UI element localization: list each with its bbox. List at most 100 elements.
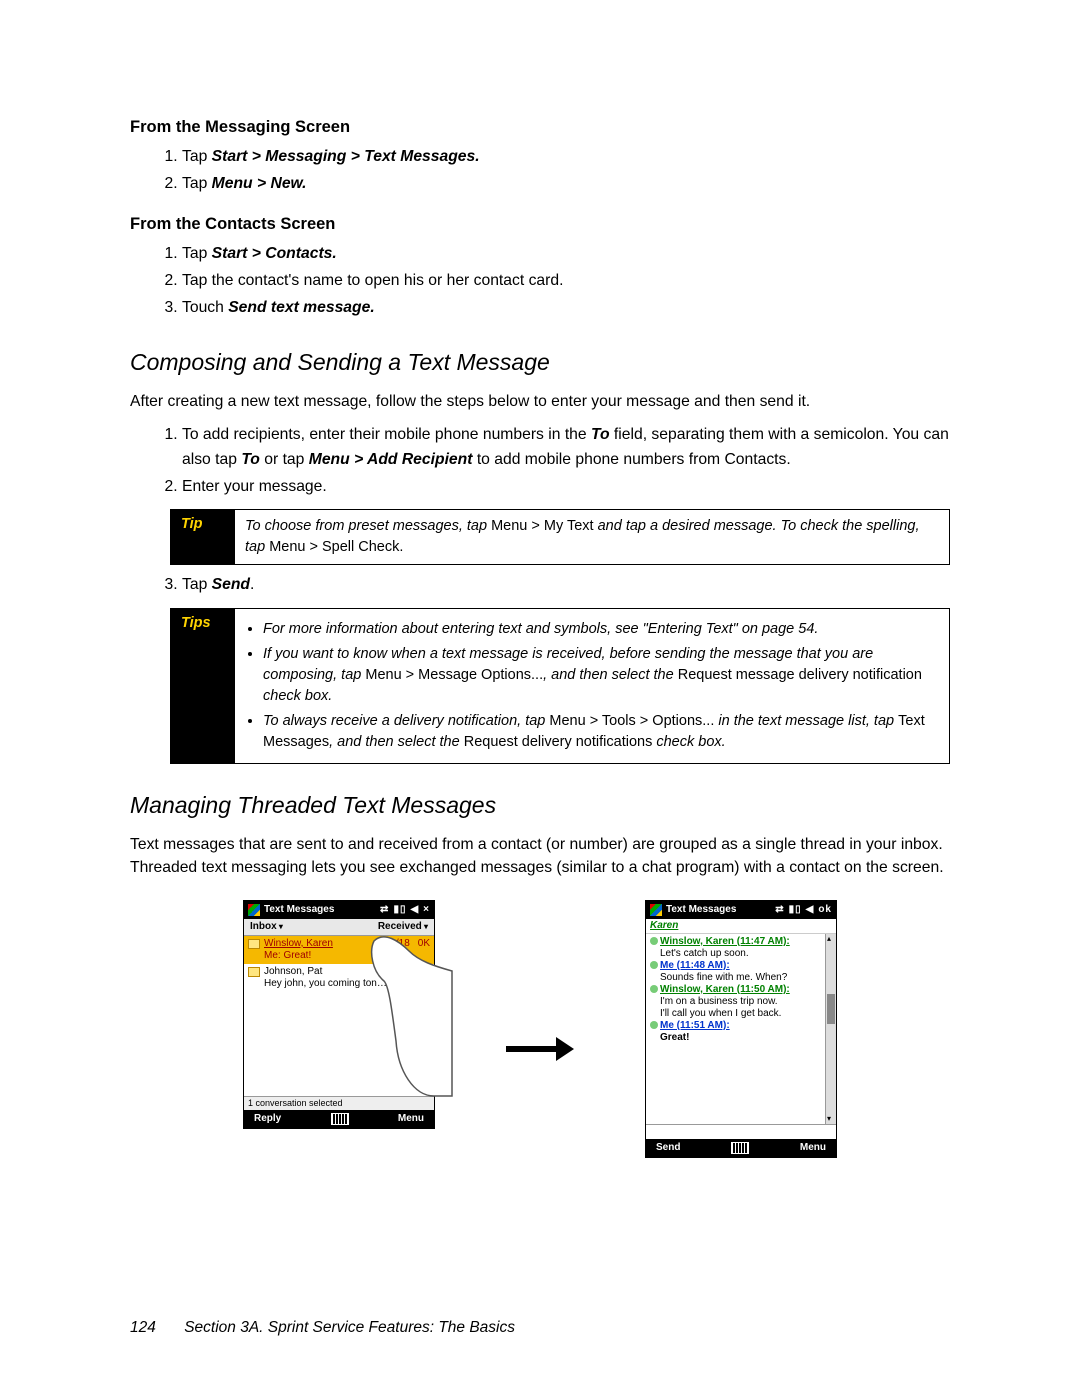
text: . [399,539,403,555]
softkey-menu[interactable]: Menu [800,1142,826,1154]
sender-label: Me (11:51 AM): [660,1020,730,1031]
step: Tap Start > Contacts. [182,242,950,266]
step: Tap Start > Messaging > Text Messages. [182,145,950,169]
tip-item: For more information about entering text… [263,619,939,640]
softkey-reply[interactable]: Reply [254,1113,281,1125]
start-flag-icon [248,904,260,916]
preview: Me: Great! [248,950,430,962]
phone-illustration: Text Messages ⇄ ▮▯ ◀ × Inbox Received Wi… [130,900,950,1158]
tips-label: Tips [171,609,235,763]
paragraph: After creating a new text message, follo… [130,390,950,414]
inbox-dropdown[interactable]: Inbox [250,921,283,933]
phone-inbox: Text Messages ⇄ ▮▯ ◀ × Inbox Received Wi… [243,900,435,1129]
step: Tap Menu > New. [182,172,950,196]
paragraph: Text messages that are sent to and recei… [130,833,950,880]
softkey-bar: Send Menu [646,1139,836,1157]
message-row-selected[interactable]: Winslow, Karen 6/18 0K Me: Great! [244,936,434,964]
status-bar: 1 conversation selected [244,1096,434,1110]
text: , and then select the [329,734,464,750]
tip-item: If you want to know when a text message … [263,644,939,707]
presence-icon [650,1021,658,1029]
keyboard-icon[interactable] [731,1142,749,1154]
bold-italic: Menu > New. [212,175,307,192]
step: Tap Send. [182,573,950,597]
phone-thread: Text Messages ⇄ ▮▯ ◀ ok Karen Winslow, K… [645,900,837,1158]
bold-italic: Menu > Add Recipient [309,451,473,468]
softkey-bar: Reply Menu [244,1110,434,1128]
heading-composing: Composing and Sending a Text Message [130,349,950,376]
text: Tap [182,576,212,593]
thread-body: Winslow, Karen (11:47 AM): Let's catch u… [646,934,836,1124]
steps-compose: To add recipients, enter their mobile ph… [130,423,950,499]
time: 6/18 [390,938,409,950]
menu-path: Menu > Tools > Options... [549,713,714,729]
menu-path: Menu > My Text [491,518,593,534]
preview: Hey john, you coming ton… [248,978,430,990]
tip-box: Tip To choose from preset messages, tap … [170,509,950,565]
text: check box. [263,688,332,704]
scrollbar[interactable] [825,934,836,1124]
message-text: Sounds fine with me. When? [650,972,824,984]
title: Text Messages [666,904,736,916]
menu-path: Menu > Spell Check [269,539,399,555]
message-text: I'm on a business trip now. [650,996,824,1008]
steps-messaging: Tap Start > Messaging > Text Messages. T… [130,145,950,197]
bold-italic: To [591,426,610,443]
text: Tap [182,148,212,165]
bold-italic: To [241,451,260,468]
steps-compose-cont: Tap Send. [130,573,950,597]
tip-content: To choose from preset messages, tap Menu… [235,510,949,564]
signal-icon: ▮▯ [789,904,802,916]
page-number: 124 [130,1319,156,1336]
titlebar: Text Messages ⇄ ▮▯ ◀ ok [646,901,836,919]
text: To choose from preset messages, tap [245,518,491,534]
footer-title: Section 3A. Sprint Service Features: The… [184,1319,515,1336]
message-list: Winslow, Karen 6/18 0K Me: Great! Johnson,… [244,936,434,1096]
heading-managing-threaded: Managing Threaded Text Messages [130,792,950,819]
message-text: Let's catch up soon. [650,948,824,960]
input-area[interactable] [646,1124,836,1139]
keyboard-icon[interactable] [331,1113,349,1125]
volume-icon: ◀ [410,904,419,916]
scrollbar-thumb[interactable] [827,994,835,1024]
softkey-send[interactable]: Send [656,1142,680,1154]
sender-name: Johnson, Pat [264,966,401,978]
tips-content: For more information about entering text… [235,609,949,763]
text: Touch [182,299,228,316]
text: or tap [260,451,309,468]
ok-button[interactable]: ok [818,904,832,916]
heading-contacts-screen: From the Contacts Screen [130,215,950,234]
titlebar: Text Messages ⇄ ▮▯ ◀ × [244,901,434,919]
size: 0K [418,938,430,950]
text: , and then select the [543,667,678,683]
time: 10:45 [405,966,430,978]
tip-label: Tip [171,510,235,564]
tips-box: Tips For more information about entering… [170,608,950,764]
bold-italic: Start > Contacts. [212,245,337,262]
received-dropdown[interactable]: Received [378,921,428,933]
menu-path: Menu > Message Options... [365,667,543,683]
option-name: Request message delivery notification [678,667,922,683]
arrow-icon [505,1037,575,1061]
page: From the Messaging Screen Tap Start > Me… [0,0,1080,1397]
message-text: I'll call you when I get back. [650,1008,824,1020]
sender-label: Winslow, Karen (11:47 AM): [660,936,790,947]
tip-item: To always receive a delivery notificatio… [263,711,939,753]
text: . [250,576,254,593]
option-name: Request delivery notifications [464,734,653,750]
steps-contacts: Tap Start > Contacts. Tap the contact's … [130,242,950,321]
start-flag-icon [650,904,662,916]
softkey-menu[interactable]: Menu [398,1113,424,1125]
envelope-icon [248,939,260,949]
sender-name: Winslow, Karen [264,938,386,950]
message-row[interactable]: Johnson, Pat 10:45 Hey john, you coming t… [244,964,434,992]
step: Tap the contact's name to open his or he… [182,269,950,293]
presence-icon [650,985,658,993]
text: Tap [182,245,212,262]
text: To add recipients, enter their mobile ph… [182,426,591,443]
toolbar: Inbox Received [244,919,434,936]
title: Text Messages [264,904,334,916]
text: in the text message list, tap [714,713,898,729]
sync-icon: ⇄ [775,904,784,916]
sender-label: Winslow, Karen (11:50 AM): [660,984,790,995]
